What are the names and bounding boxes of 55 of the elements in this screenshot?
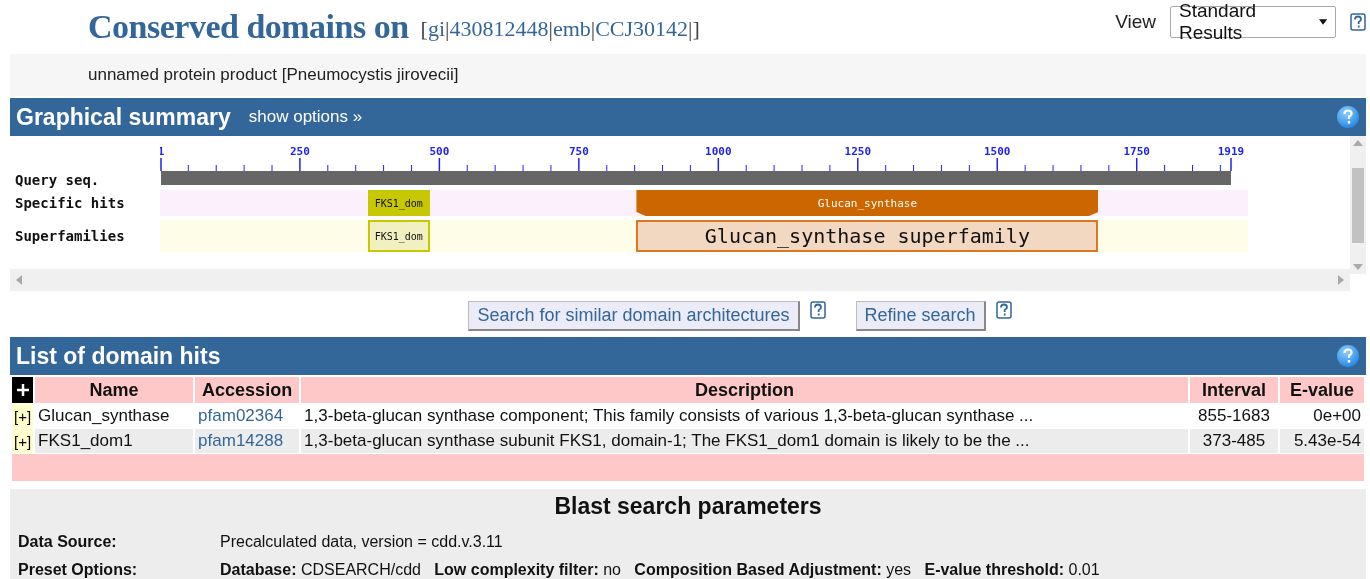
accession-link[interactable]: pfam14288 bbox=[195, 429, 300, 453]
plus-icon bbox=[15, 383, 30, 397]
help-icon[interactable] bbox=[995, 301, 1012, 319]
help-icon[interactable] bbox=[1350, 13, 1366, 31]
page-title: Conserved domains on bbox=[88, 8, 409, 46]
track-label: Superfamilies bbox=[15, 228, 126, 244]
expand-toggle[interactable]: [+] bbox=[12, 429, 34, 453]
column-header: Name bbox=[35, 377, 194, 403]
parameter-value: Precalculated data, version = cdd.v.3.11 bbox=[220, 533, 503, 551]
vertical-scrollbar[interactable] bbox=[1350, 136, 1366, 274]
query-link[interactable]: CCJ30142 bbox=[595, 16, 689, 42]
query-link[interactable]: emb bbox=[552, 16, 591, 42]
column-header: Accession bbox=[195, 377, 300, 403]
specific-hit-bar[interactable]: Glucan_synthase bbox=[636, 190, 1099, 216]
track-label: Specific hits bbox=[15, 195, 126, 211]
specific-hit-bar[interactable]: FKS1_dom bbox=[367, 190, 430, 216]
horizontal-scrollbar[interactable] bbox=[10, 269, 1350, 291]
table-cell: 1,3-beta-glucan synthase subunit FKS1, domain-1; The FKS1_dom1 domain is likely to be the ... bbox=[301, 429, 1188, 453]
scroll-right-icon bbox=[1338, 275, 1344, 285]
query-separator: | bbox=[445, 16, 450, 42]
help-icon[interactable] bbox=[809, 301, 826, 319]
scroll-left-icon bbox=[16, 275, 22, 285]
column-header: Description bbox=[301, 377, 1188, 403]
expand-all-button[interactable] bbox=[12, 377, 34, 403]
column-header: E-value bbox=[1280, 377, 1364, 403]
query-link[interactable]: 430812448 bbox=[449, 16, 549, 42]
column-header: Interval bbox=[1190, 377, 1278, 403]
parameter-label: Data Source: bbox=[18, 533, 118, 551]
query-separator: | bbox=[548, 16, 553, 42]
show-options-link[interactable]: show options » bbox=[248, 107, 363, 127]
query-separator: |] bbox=[688, 16, 700, 42]
dropdown-caret-icon bbox=[1318, 19, 1327, 25]
query-separator: | bbox=[590, 16, 596, 42]
help-icon[interactable] bbox=[1336, 105, 1360, 129]
superfamily-hit-bar[interactable]: Glucan_synthase superfamily bbox=[636, 220, 1099, 252]
superfamily-hit-bar[interactable]: FKS1_dom bbox=[367, 220, 430, 252]
table-cell: 5.43e-54 bbox=[1280, 429, 1364, 453]
section-title: Graphical summary bbox=[16, 103, 231, 131]
table-cell: FKS1_dom1 bbox=[35, 429, 194, 453]
expand-toggle[interactable]: [+] bbox=[12, 404, 34, 428]
table-cell: 373-485 bbox=[1190, 429, 1278, 453]
refine-search-button[interactable]: Refine search bbox=[855, 301, 986, 331]
query-separator: [ bbox=[420, 16, 428, 42]
parameter-label: Preset Options: bbox=[18, 561, 139, 579]
scroll-up-icon bbox=[1353, 140, 1363, 146]
parameters-title: Blast search parameters bbox=[553, 493, 823, 520]
protein-description: unnamed protein product [Pneumocystis jirovecii] bbox=[88, 65, 459, 85]
track-label: Query seq. bbox=[15, 172, 101, 188]
help-icon[interactable] bbox=[1336, 344, 1360, 368]
similar-architectures-button[interactable]: Search for similar domain architectures bbox=[468, 301, 800, 331]
section-title: List of domain hits bbox=[16, 342, 221, 370]
view-label: View bbox=[1115, 11, 1156, 33]
view-select[interactable]: Standard Results bbox=[1170, 6, 1336, 38]
parameter-value: Database: CDSEARCH/cdd Low complexity filter: no Composition Based Adjustment: yes E-value threshold: 0.01 bbox=[220, 561, 1100, 579]
scroll-down-icon bbox=[1353, 264, 1363, 270]
